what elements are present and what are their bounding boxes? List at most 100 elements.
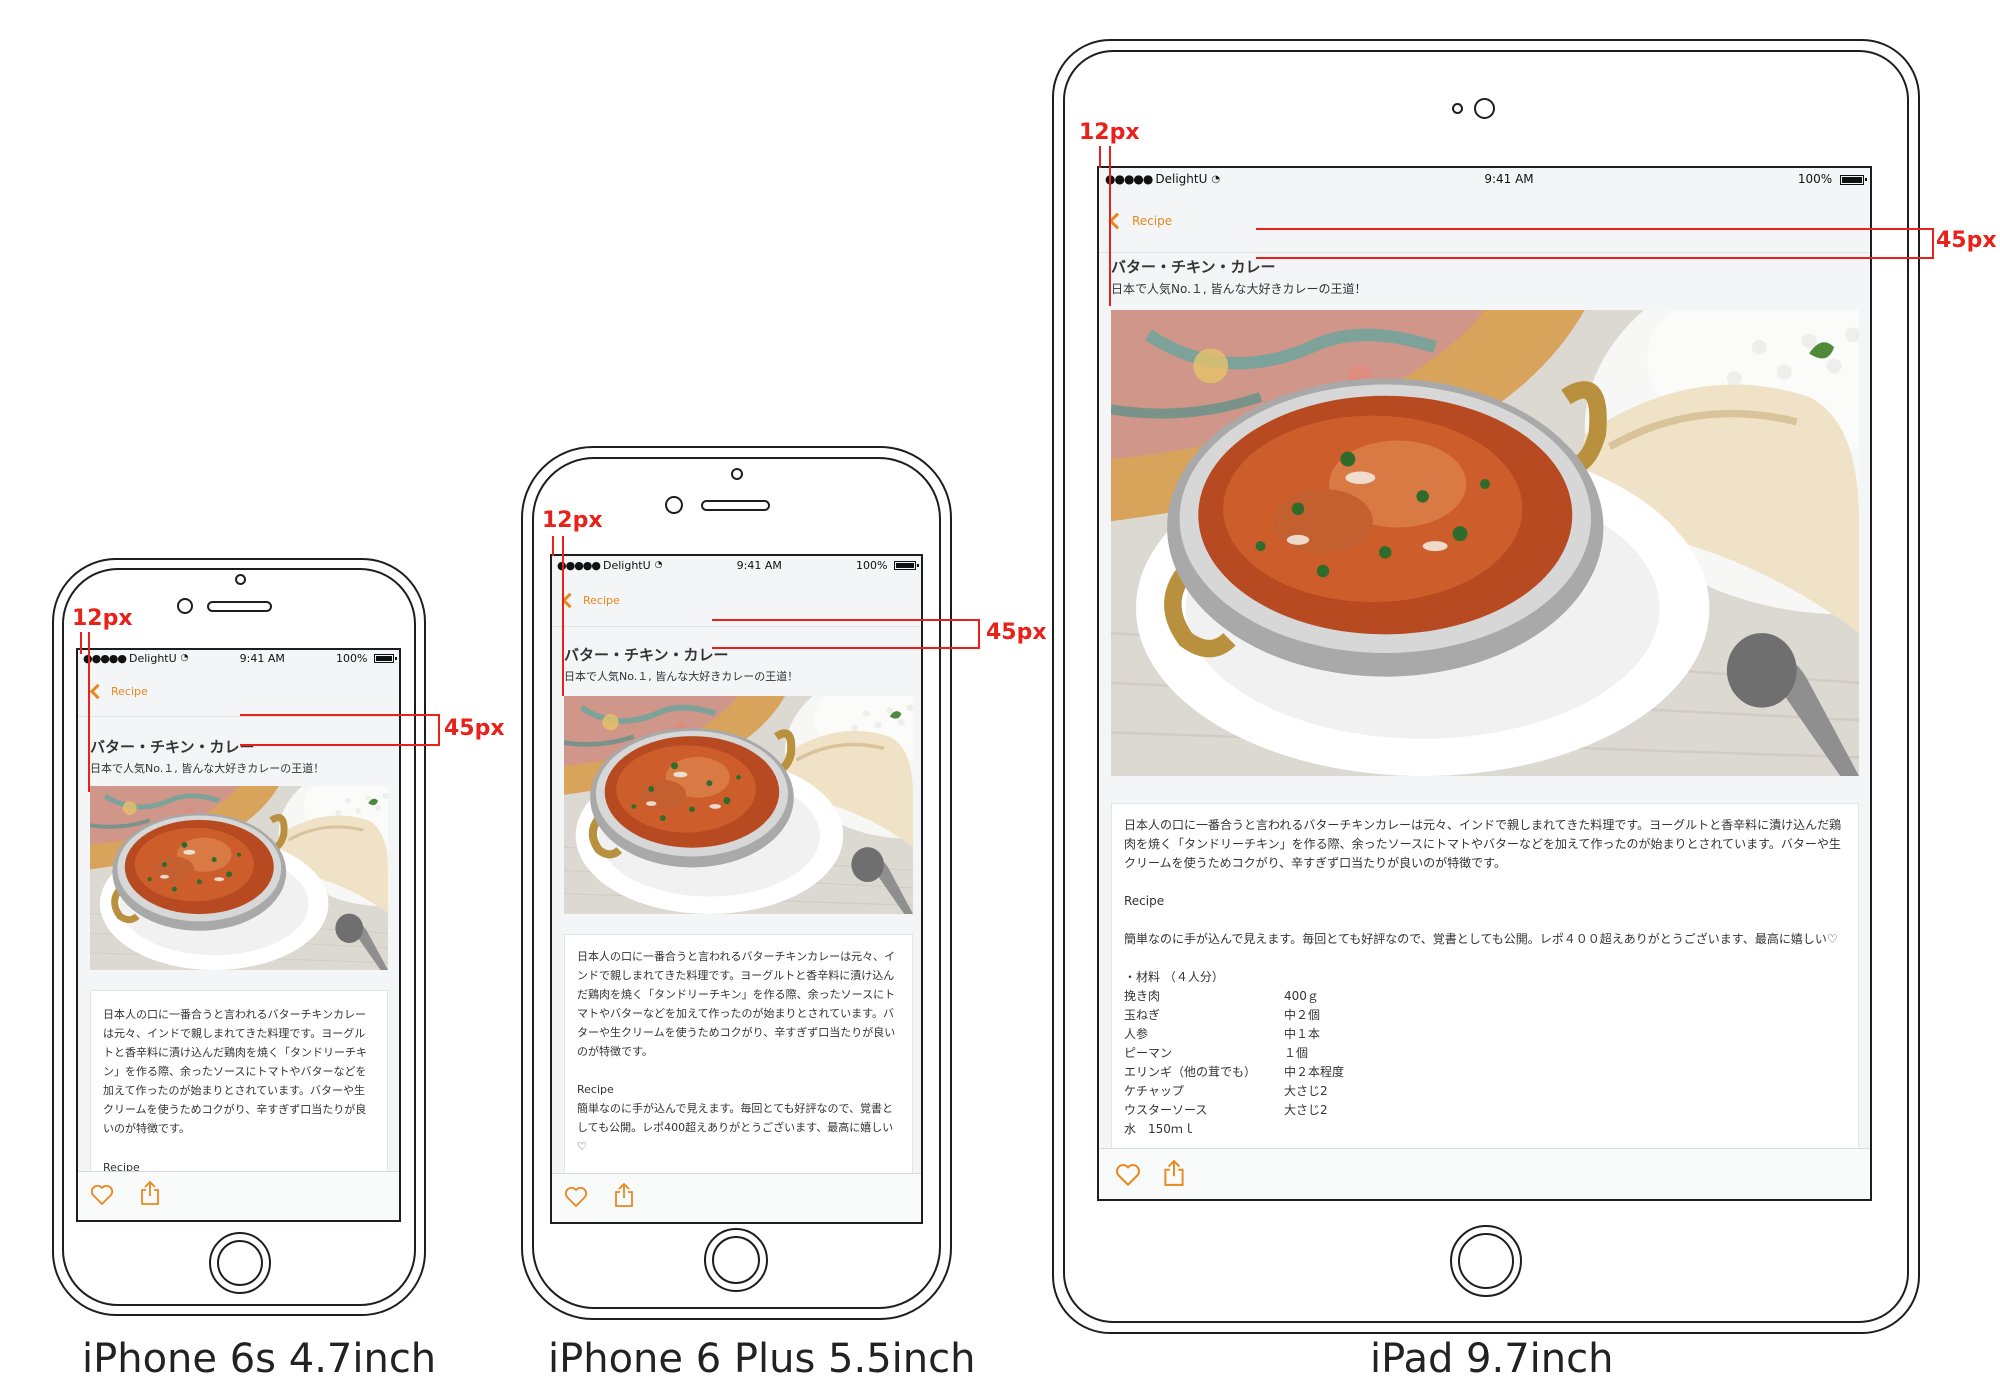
- ingredient-quantity: １個: [1284, 1046, 1309, 1060]
- measure-line: [438, 714, 440, 746]
- recipe-photo: [1111, 310, 1859, 776]
- ingredient-name: エリンギ（他の茸でも）: [1124, 1065, 1257, 1079]
- recipe-title: バター・チキン・カレー: [90, 738, 255, 756]
- tablet-screen: ●●●●● DelightU ◔ 9:41 AM 100% Recipe バター…: [1097, 166, 1872, 1201]
- home-button[interactable]: [209, 1232, 271, 1294]
- ingredient-row: ケチャップ 大さじ2: [1124, 1082, 1344, 1101]
- carrier-label: DelightU: [1155, 172, 1208, 186]
- butter-chicken-curry-image: [1111, 310, 1859, 776]
- device-label: iPad 9.7inch: [1370, 1336, 1614, 1382]
- section-label: Recipe: [1124, 894, 1165, 908]
- top-gap-measure: 45px: [1936, 228, 1997, 253]
- bottom-toolbar: [78, 1171, 399, 1220]
- ingredient-row: 玉ねぎ 中２個: [1124, 1006, 1344, 1025]
- ingredients-clipped: 水 150ｍｌ: [1124, 1122, 1195, 1136]
- section-label: Recipe: [577, 1083, 614, 1096]
- wifi-icon: ◔: [1211, 173, 1221, 185]
- ingredient-name: 人参: [1124, 1027, 1149, 1041]
- chevron-left-icon[interactable]: [561, 592, 578, 608]
- top-gap-measure: 45px: [444, 716, 505, 741]
- chevron-left-icon[interactable]: [1108, 212, 1126, 230]
- ingredient-name: 挽き肉: [1124, 989, 1161, 1003]
- home-button[interactable]: [704, 1228, 768, 1292]
- battery-icon: [373, 654, 397, 663]
- recipe-subtitle: 日本で人気No.１, 皆んな大好きカレーの王道！: [564, 670, 799, 683]
- measure-line: [1256, 228, 1934, 230]
- ingredient-name: ケチャップ: [1124, 1084, 1184, 1098]
- ingredient-name: ウスターソース: [1124, 1103, 1208, 1117]
- device-label: iPhone 6 Plus 5.5inch: [548, 1336, 976, 1382]
- measure-line: [712, 619, 980, 621]
- wifi-icon: ◔: [180, 653, 189, 663]
- measure-line: [1932, 228, 1934, 259]
- measure-line: [1109, 146, 1111, 306]
- back-button[interactable]: Recipe: [111, 685, 148, 698]
- butter-chicken-curry-image: [564, 696, 913, 914]
- recipe-title: バター・チキン・カレー: [1111, 258, 1276, 276]
- signal-dots-icon: ●●●●●: [1105, 172, 1153, 186]
- top-gap-measure: 45px: [986, 620, 1047, 645]
- recipe-subtitle: 日本で人気No.１, 皆んな大好きカレーの王道！: [1111, 282, 1367, 296]
- back-button[interactable]: Recipe: [583, 594, 620, 607]
- front-camera: [731, 468, 743, 480]
- battery-icon: [893, 561, 919, 570]
- home-button[interactable]: [1450, 1225, 1522, 1297]
- battery-label: 100%: [856, 558, 888, 572]
- share-icon[interactable]: [1163, 1159, 1185, 1187]
- bottom-toolbar: [1099, 1148, 1870, 1199]
- battery-icon: [1839, 174, 1867, 185]
- heart-icon[interactable]: [90, 1184, 114, 1206]
- sensor: [665, 496, 683, 514]
- ingredient-quantity: 中１本: [1284, 1027, 1321, 1041]
- ingredient-name: 玉ねぎ: [1124, 1008, 1161, 1022]
- measure-line: [240, 714, 440, 716]
- speaker: [701, 500, 770, 511]
- recipe-photo: [90, 786, 388, 970]
- front-camera: [1474, 98, 1495, 119]
- left-margin-measure: 12px: [542, 508, 603, 533]
- front-camera: [235, 574, 246, 585]
- ingredient-quantity: 中２本程度: [1284, 1065, 1345, 1079]
- measure-line: [552, 536, 554, 556]
- clock-label: 9:41 AM: [1484, 172, 1534, 186]
- recipe-photo: [564, 696, 913, 914]
- nav-bar: Recipe: [1099, 190, 1870, 253]
- nav-bar: Recipe: [78, 666, 399, 717]
- share-icon[interactable]: [140, 1180, 160, 1206]
- ingredient-row: 挽き肉 400ｇ: [1124, 987, 1344, 1006]
- speaker: [207, 601, 272, 612]
- measure-line: [88, 632, 90, 792]
- recipe-card: 日本人の口に一番合うと言われるバターチキンカレーは元々、インドで親しまれてきた料…: [1111, 803, 1859, 1199]
- share-icon[interactable]: [614, 1182, 634, 1208]
- back-button[interactable]: Recipe: [1132, 214, 1172, 228]
- measure-line: [978, 619, 980, 649]
- left-margin-measure: 12px: [1079, 120, 1140, 145]
- ingredient-row: ピーマン １個: [1124, 1044, 1344, 1063]
- heart-icon[interactable]: [1115, 1163, 1141, 1187]
- measure-line: [1099, 146, 1101, 168]
- measure-line: [1256, 257, 1934, 259]
- phone-screen: ●●●●● DelightU ◔ 9:41 AM 100% Recipe バター…: [550, 554, 923, 1224]
- butter-chicken-curry-image: [90, 786, 388, 970]
- recipe-note: 簡単なのに手が込んで見えます。毎回とても好評なので、覚書としても公開。レポ400…: [577, 1102, 894, 1153]
- recipe-title: バター・チキン・カレー: [564, 646, 729, 664]
- recipe-description: 日本人の口に一番合うと言われるバターチキンカレーは元々、インドで親しまれてきた料…: [103, 1008, 367, 1135]
- recipe-card: 日本人の口に一番合うと言われるバターチキンカレーは元々、インドで親しまれてきた料…: [564, 934, 913, 1180]
- ingredient-row: エリンギ（他の茸でも） 中２本程度: [1124, 1063, 1344, 1082]
- ingredients-table: 挽き肉 400ｇ 玉ねぎ 中２個人参 中１本ピーマン １個エリンギ（他の茸でも） 中２本程度…: [1124, 987, 1344, 1120]
- measure-line: [240, 744, 440, 746]
- phone-screen: ●●●●● DelightU ◔ 9:41 AM 100% Recipe バター…: [76, 648, 401, 1222]
- ingredient-quantity: 400ｇ: [1284, 989, 1319, 1003]
- sensor: [177, 598, 193, 614]
- status-bar: ●●●●● DelightU ◔ 9:41 AM 100%: [1099, 168, 1870, 190]
- chevron-left-icon[interactable]: [89, 683, 106, 699]
- ingredient-quantity: 中２個: [1284, 1008, 1321, 1022]
- sensor: [1452, 103, 1463, 114]
- recipe-note: 簡単なのに手が込んで見えます。毎回とても好評なので、覚書としても公開。レポ４００…: [1124, 932, 1838, 946]
- heart-icon[interactable]: [564, 1186, 588, 1208]
- carrier-label: DelightU: [603, 558, 651, 572]
- ingredient-row: ウスターソース 大さじ2: [1124, 1101, 1344, 1120]
- ingredients-header: ・材料 （４人分）: [1124, 970, 1224, 984]
- status-bar: ●●●●● DelightU ◔ 9:41 AM 100%: [78, 650, 399, 666]
- measure-line: [80, 632, 82, 654]
